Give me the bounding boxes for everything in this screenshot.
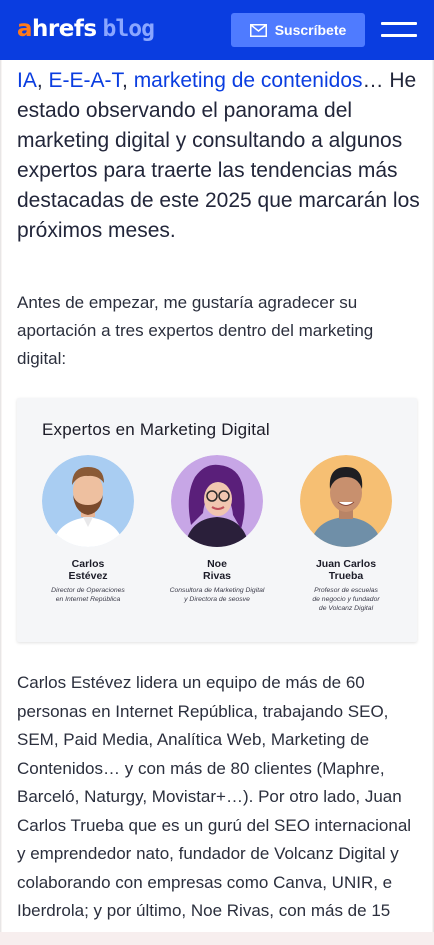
hamburger-menu-icon[interactable] xyxy=(381,20,417,40)
expert-role: Director de Operaciones en Internet Repú… xyxy=(23,586,153,604)
expert-name: Noe Rivas xyxy=(152,558,282,582)
expert-name-line: Carlos xyxy=(71,558,105,570)
lead-separator: , xyxy=(122,69,134,92)
expert-role-line: Consultora de Marketing Digital xyxy=(169,587,265,594)
link-eeat[interactable]: E-E-A-T xyxy=(49,69,123,92)
expert-name: Carlos Estévez xyxy=(23,558,153,582)
ahrefs-blog-logo[interactable]: a hrefs blog xyxy=(17,16,155,42)
mail-icon xyxy=(249,23,267,37)
subscribe-button[interactable]: Suscríbete xyxy=(231,13,365,47)
lead-paragraph: IA, E-E-A-T, marketing de contenidos… He… xyxy=(17,66,422,246)
intro-paragraph: Antes de empezar, me gustaría agradecer … xyxy=(17,293,374,368)
expert-role-line: en Internet República xyxy=(55,596,121,603)
expert-role-line: Profesor de escuelas xyxy=(314,587,378,594)
expert-role-line: de negocio y fundador xyxy=(312,596,380,603)
link-marketing-contenidos[interactable]: marketing de contenidos xyxy=(134,69,363,92)
expert-name-line: Noe xyxy=(207,558,227,570)
experts-figure: Expertos en Marketing Digital Carlos Est… xyxy=(17,398,417,642)
menu-bar-top xyxy=(381,22,417,25)
expert-role-line: y Directora de seosve xyxy=(184,596,250,603)
body-paragraph: Carlos Estévez lidera un equipo de más d… xyxy=(17,673,412,932)
expert-photo-juan-carlos xyxy=(300,455,392,547)
subscribe-label: Suscríbete xyxy=(274,22,347,38)
expert-name-line: Rivas xyxy=(202,570,232,582)
site-header: a hrefs blog Suscríbete xyxy=(0,0,434,60)
expert-role-line: Director de Operaciones xyxy=(51,587,125,594)
page-footer-strip xyxy=(0,932,434,945)
expert-name-line: Estévez xyxy=(68,570,108,582)
logo-blog: blog xyxy=(102,16,155,42)
expert-role: Consultora de Marketing Digital y Direct… xyxy=(152,586,282,604)
lead-separator: , xyxy=(36,69,49,92)
expert-name-line: Juan Carlos xyxy=(315,558,377,570)
expert-name-line: Trueba xyxy=(328,570,364,582)
expert-card-carlos: Carlos Estévez Director de Operaciones e… xyxy=(23,455,153,604)
menu-bar-bottom xyxy=(381,34,417,37)
expert-photo-carlos xyxy=(42,455,134,547)
expert-card-juan-carlos: Juan Carlos Trueba Profesor de escuelas … xyxy=(281,455,411,613)
lead-text: … He estado observando el panorama del m… xyxy=(17,69,420,242)
expert-role-line: de Volcanz Digital xyxy=(318,605,374,612)
expert-card-noe: Noe Rivas Consultora de Marketing Digita… xyxy=(152,455,282,604)
content-border-left xyxy=(0,60,1,932)
logo-hrefs: hrefs xyxy=(32,16,97,42)
expert-role: Profesor de escuelas de negocio y fundad… xyxy=(281,586,411,613)
expert-name: Juan Carlos Trueba xyxy=(281,558,411,582)
article-content: IA, E-E-A-T, marketing de contenidos… He… xyxy=(2,60,432,932)
expert-photo-noe xyxy=(171,455,263,547)
link-ia[interactable]: IA xyxy=(17,69,37,92)
figure-title: Expertos en Marketing Digital xyxy=(42,420,270,439)
logo-a: a xyxy=(17,16,33,42)
